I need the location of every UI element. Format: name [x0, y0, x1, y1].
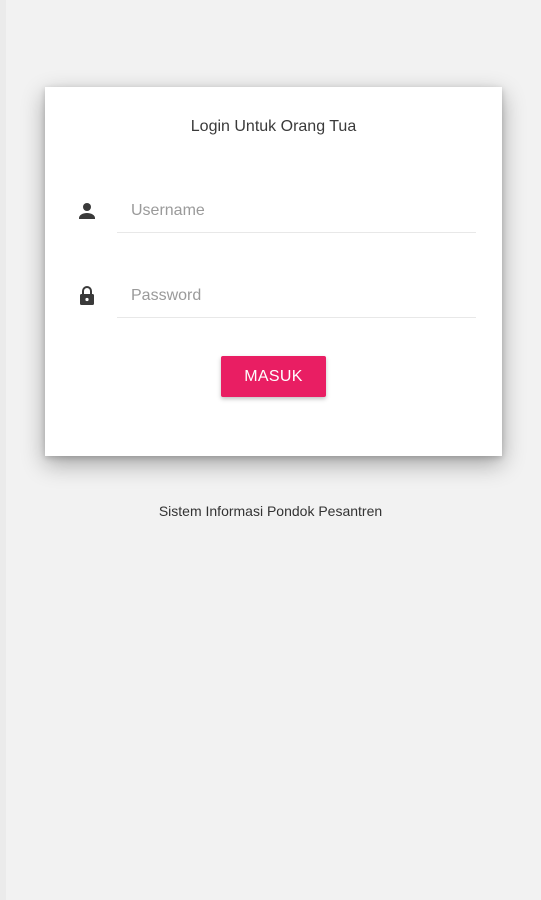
password-input[interactable] [117, 274, 476, 318]
username-field [45, 179, 502, 239]
login-submit-button[interactable]: MASUK [221, 356, 326, 397]
page-edge [0, 0, 6, 900]
footer-text: Sistem Informasi Pondok Pesantren [158, 503, 383, 519]
login-page: Login Untuk Orang Tua MASUK Sistem [0, 0, 541, 900]
person-icon [75, 199, 99, 223]
login-title: Login Untuk Orang Tua [190, 118, 357, 135]
password-field [45, 264, 502, 324]
login-card: Login Untuk Orang Tua MASUK [45, 87, 502, 456]
username-input[interactable] [117, 189, 476, 233]
lock-icon [75, 284, 99, 308]
